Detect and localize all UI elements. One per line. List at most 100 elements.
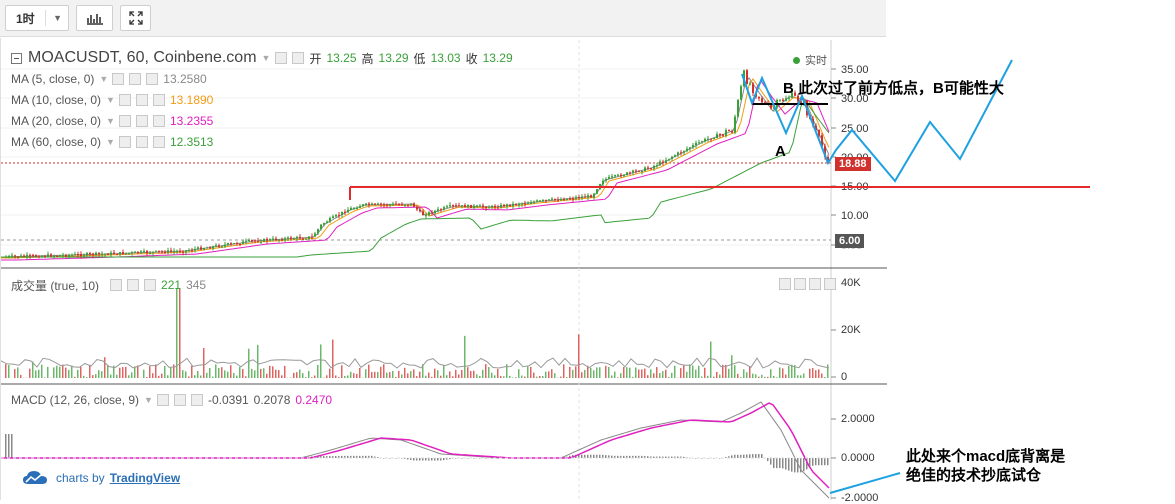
candle-body <box>785 98 787 101</box>
eye-icon[interactable] <box>112 73 124 85</box>
candle-body <box>494 206 496 208</box>
maximize-icon[interactable] <box>809 278 821 290</box>
close-label: 收 <box>466 50 478 67</box>
candle-body <box>185 250 187 252</box>
volume-bar <box>125 367 127 378</box>
candle-body <box>203 248 205 249</box>
volume-bar <box>128 375 130 378</box>
macd-histogram-bar <box>671 457 673 458</box>
close-icon[interactable] <box>191 394 203 406</box>
settings-icon[interactable] <box>275 52 287 64</box>
low-label: 低 <box>414 50 426 67</box>
volume-bar <box>395 377 397 378</box>
high-label: 高 <box>362 50 374 67</box>
gear-icon[interactable] <box>136 115 148 127</box>
volume-bar <box>695 370 697 378</box>
volume-bar <box>143 370 145 378</box>
candle-body <box>734 117 736 133</box>
candle-body <box>773 108 775 109</box>
collapse-icon[interactable] <box>11 53 22 64</box>
volume-ma-line <box>1 358 829 368</box>
cloud-logo-icon <box>22 470 48 486</box>
volume-bar <box>764 377 766 378</box>
candle-body <box>563 199 565 200</box>
close-icon[interactable] <box>153 115 165 127</box>
volume-bar <box>293 373 295 378</box>
candle-body <box>212 246 214 248</box>
fullscreen-button[interactable] <box>120 5 151 31</box>
close-icon[interactable] <box>153 94 165 106</box>
eye-icon[interactable] <box>119 136 131 148</box>
ma5-legend[interactable]: MA (5, close, 0) ▼ 13.2580 <box>11 71 212 87</box>
chevron-down-icon[interactable]: ▼ <box>99 74 108 84</box>
candle-body <box>251 240 253 241</box>
eye-icon[interactable] <box>157 394 169 406</box>
chevron-down-icon[interactable]: ▼ <box>262 53 271 63</box>
volume-bar <box>527 366 529 378</box>
volume-bar <box>419 372 421 378</box>
marker-price-tag: 6.00 <box>835 234 864 248</box>
macd-histogram-bar <box>599 455 601 458</box>
chart-area[interactable]: MOACUSDT, 60, Coinbene.com ▼ 开 13.25 高 1… <box>0 38 887 500</box>
volume-bar <box>41 365 43 378</box>
chevron-down-icon[interactable]: ▼ <box>106 116 115 126</box>
candle-body <box>296 237 298 239</box>
chevron-down-icon[interactable]: ▼ <box>106 95 115 105</box>
volume-bar <box>515 377 517 378</box>
tradingview-branding[interactable]: charts by TradingView <box>22 470 180 486</box>
eye-icon[interactable] <box>119 94 131 106</box>
volume-bar <box>785 375 787 378</box>
gear-icon[interactable] <box>292 52 304 64</box>
close-icon[interactable] <box>824 278 836 290</box>
macd-histogram-bar <box>785 458 787 470</box>
gear-icon[interactable] <box>136 94 148 106</box>
volume-bar <box>134 366 136 378</box>
candle-body <box>545 200 547 201</box>
chevron-down-icon[interactable]: ▼ <box>106 137 115 147</box>
volume-bar <box>89 365 91 378</box>
macd-histogram-bar <box>443 458 445 460</box>
eye-icon[interactable] <box>110 279 122 291</box>
volume-bar <box>731 355 733 378</box>
macd-legend[interactable]: MACD (12, 26, close, 9) ▼ -0.0391 0.2078… <box>11 392 337 408</box>
current-price-tag: 18.88 <box>835 157 871 171</box>
volume-bar <box>155 364 157 378</box>
candle-body <box>650 168 652 169</box>
close-icon[interactable] <box>144 279 156 291</box>
volume-legend[interactable]: 成交量 (true, 10) 221 345 <box>11 277 211 293</box>
gear-icon[interactable] <box>127 279 139 291</box>
candle-body <box>575 197 577 199</box>
interval-selector[interactable]: 1时 ▼ <box>5 5 69 31</box>
candle-body <box>587 195 589 197</box>
symbol-title[interactable]: MOACUSDT, 60, Coinbene.com <box>28 49 257 67</box>
chevron-down-icon[interactable]: ▼ <box>144 395 153 405</box>
close-icon[interactable] <box>153 136 165 148</box>
volume-bar <box>632 377 634 378</box>
ma20-legend[interactable]: MA (20, close, 0) ▼ 13.2355 <box>11 113 218 129</box>
ma60-legend[interactable]: MA (60, close, 0) ▼ 12.3513 <box>11 134 218 150</box>
gear-icon[interactable] <box>129 73 141 85</box>
candle-body <box>758 97 760 99</box>
candle-body <box>170 250 172 251</box>
close-icon[interactable] <box>146 73 158 85</box>
volume-bar <box>749 366 751 378</box>
volume-bar <box>509 376 511 378</box>
volume-bar <box>248 349 250 378</box>
candle-body <box>659 162 661 166</box>
candle-body <box>26 255 28 257</box>
macd-histogram-bar <box>827 458 829 465</box>
volume-bar <box>518 369 520 378</box>
volume-bar <box>206 373 208 378</box>
ma10-legend[interactable]: MA (10, close, 0) ▼ 13.1890 <box>11 92 218 108</box>
volume-bar <box>536 377 538 378</box>
candle-body <box>29 255 31 256</box>
candle-body <box>236 243 238 244</box>
chart-type-button[interactable] <box>76 5 113 31</box>
branding-link[interactable]: TradingView <box>110 471 180 485</box>
move-down-icon[interactable] <box>794 278 806 290</box>
gear-icon[interactable] <box>136 136 148 148</box>
gear-icon[interactable] <box>174 394 186 406</box>
eye-icon[interactable] <box>119 115 131 127</box>
move-up-icon[interactable] <box>779 278 791 290</box>
candle-body <box>206 248 208 249</box>
